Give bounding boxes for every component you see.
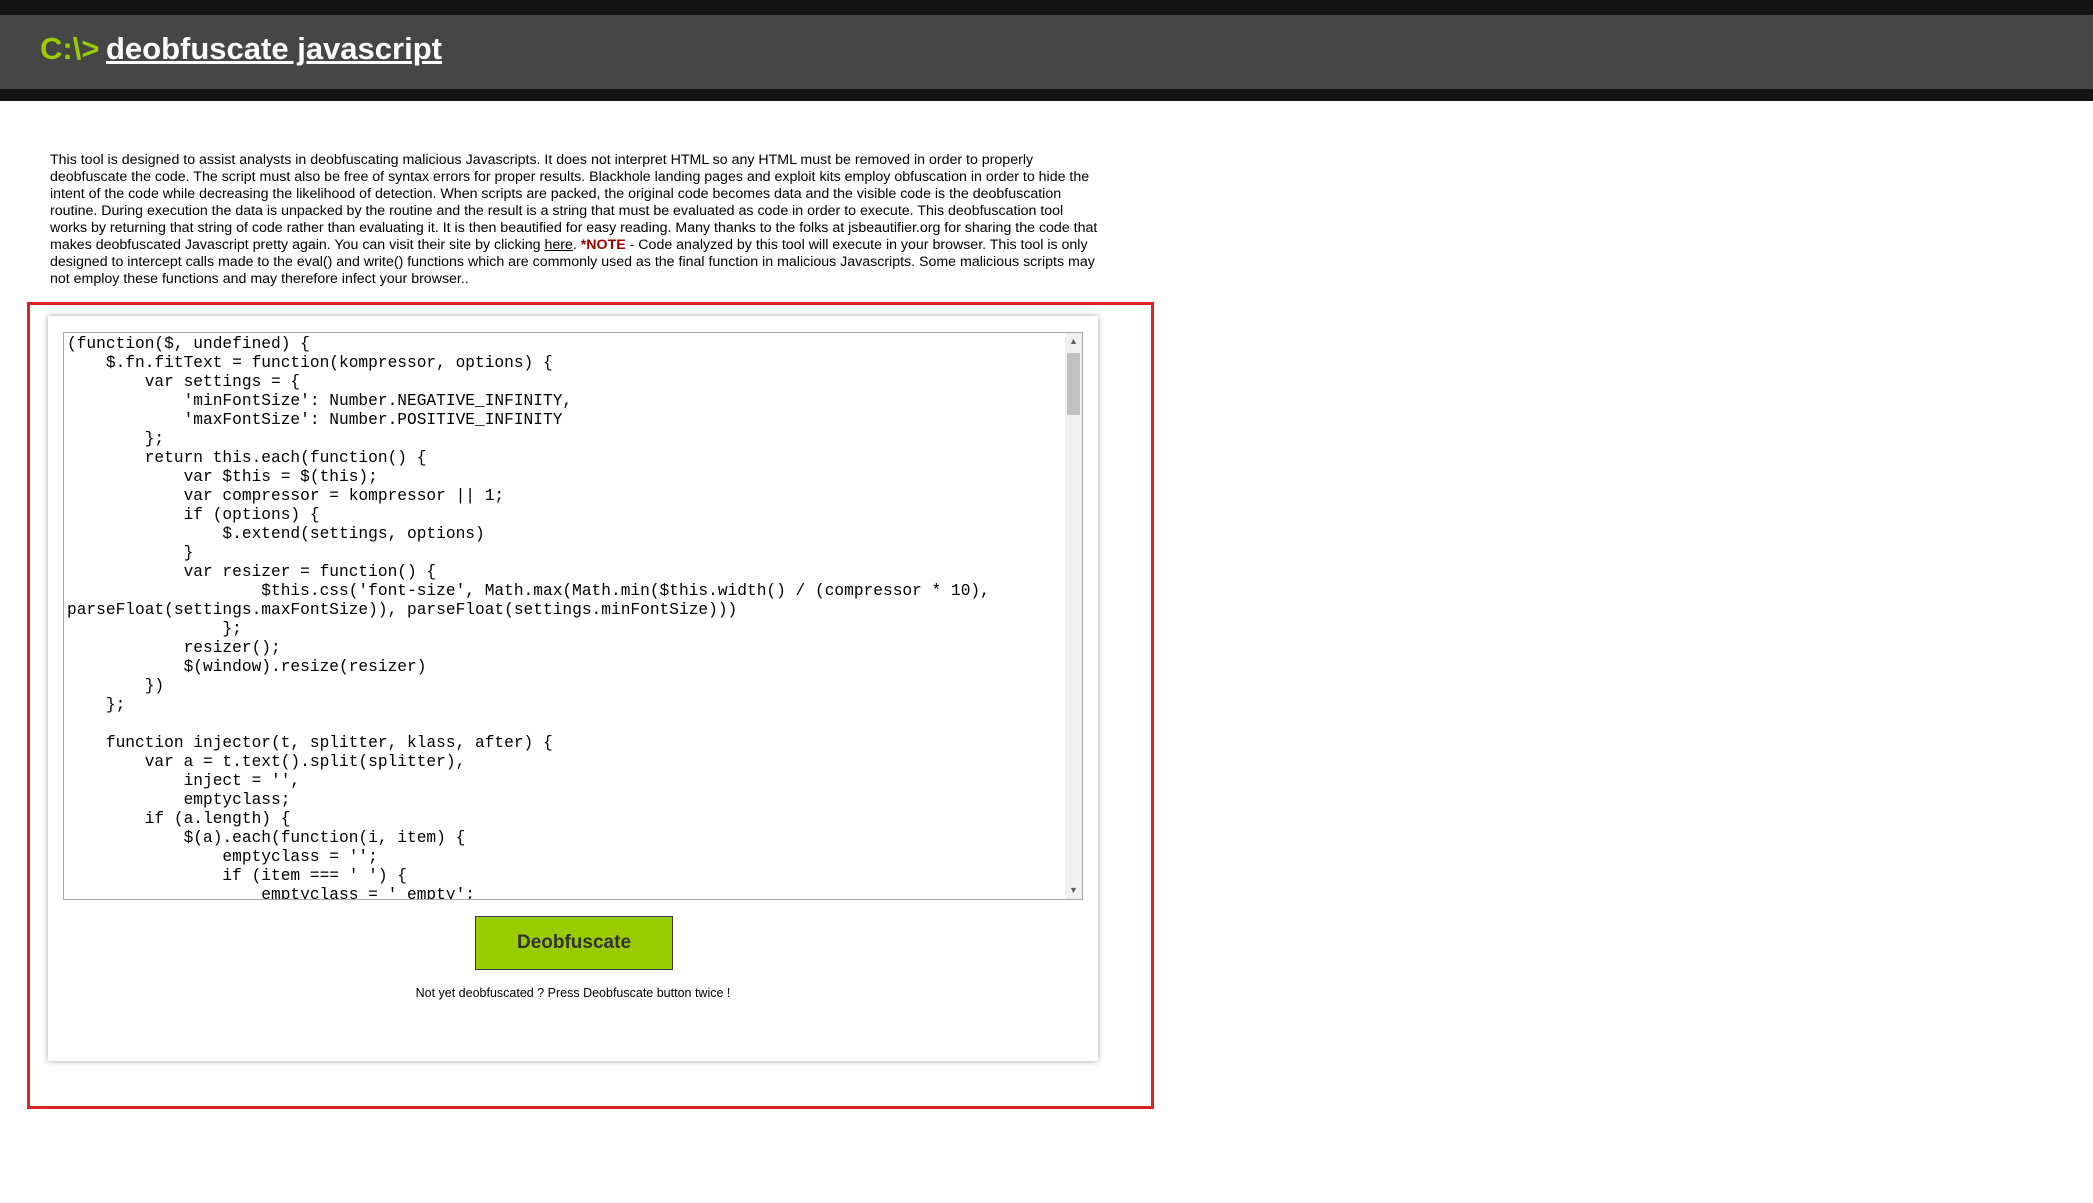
page-title-link[interactable]: deobfuscate javascript bbox=[106, 31, 442, 67]
deobfuscate-button[interactable]: Deobfuscate bbox=[475, 916, 673, 970]
scroll-down-arrow-icon[interactable]: ▼ bbox=[1065, 882, 1082, 899]
deobfuscator-panel: (function($, undefined) { $.fn.fitText =… bbox=[48, 316, 1098, 1061]
code-textarea[interactable]: (function($, undefined) { $.fn.fitText =… bbox=[63, 332, 1083, 900]
scroll-thumb[interactable] bbox=[1067, 353, 1080, 415]
prompt-logo: C:\> bbox=[40, 31, 100, 66]
note-label: *NOTE bbox=[580, 237, 626, 253]
intro-text-after-link: . bbox=[572, 237, 581, 253]
code-content[interactable]: (function($, undefined) { $.fn.fitText =… bbox=[67, 335, 1057, 899]
intro-paragraph: This tool is designed to assist analysts… bbox=[50, 152, 1100, 288]
scroll-up-arrow-icon[interactable]: ▲ bbox=[1065, 333, 1082, 350]
deobfuscate-hint: Not yet deobfuscated ? Press Deobfuscate… bbox=[415, 986, 731, 1000]
jsbeautifier-link[interactable]: here bbox=[544, 237, 572, 253]
code-scrollbar[interactable]: ▲ ▼ bbox=[1065, 333, 1082, 899]
site-header: C:\> deobfuscate javascript bbox=[0, 15, 2093, 89]
